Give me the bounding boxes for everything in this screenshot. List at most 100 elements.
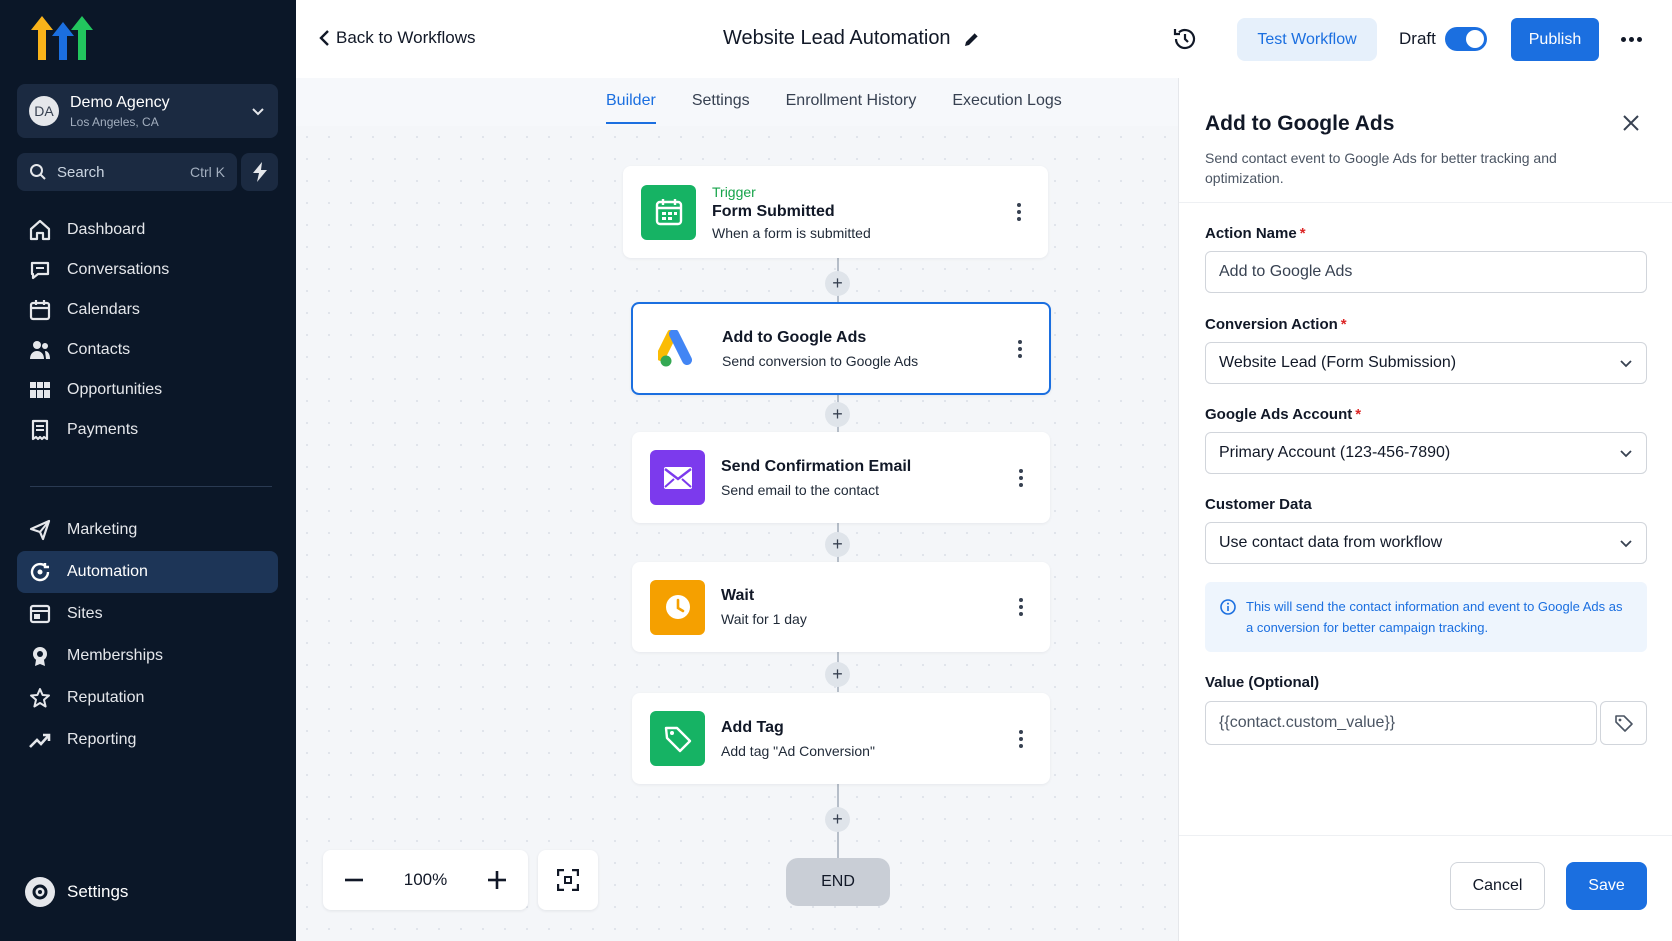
node-menu-icon[interactable] bbox=[1016, 203, 1022, 221]
sidebar-item-marketing[interactable]: Marketing bbox=[17, 509, 278, 551]
sidebar-item-sites[interactable]: Sites bbox=[17, 593, 278, 635]
node-menu-icon[interactable] bbox=[1018, 468, 1024, 487]
test-workflow-button[interactable]: Test Workflow bbox=[1237, 18, 1377, 61]
workflow-node-add-tag[interactable]: Add Tag Add tag "Ad Conversion" bbox=[632, 693, 1050, 784]
workflow-node-google-ads[interactable]: Add to Google Ads Send conversion to Goo… bbox=[631, 302, 1051, 395]
chevron-down-icon bbox=[1620, 540, 1632, 548]
draft-toggle[interactable] bbox=[1445, 27, 1487, 51]
customer-data-label: Customer Data bbox=[1205, 496, 1312, 513]
sidebar-item-memberships[interactable]: Memberships bbox=[17, 635, 278, 677]
conversion-action-label: Conversion Action * bbox=[1205, 316, 1347, 333]
action-name-field[interactable]: Add to Google Ads bbox=[1205, 251, 1647, 293]
add-step-button[interactable]: + bbox=[825, 271, 850, 296]
workflow-title[interactable]: Website Lead Automation bbox=[723, 27, 981, 50]
gear-icon bbox=[25, 877, 55, 907]
sidebar-item-contacts[interactable]: Contacts bbox=[17, 329, 278, 371]
panel-description: Send contact event to Google Ads for bet… bbox=[1205, 150, 1557, 186]
tab-settings[interactable]: Settings bbox=[692, 78, 750, 126]
quick-actions-button[interactable] bbox=[241, 153, 278, 191]
email-icon bbox=[650, 450, 705, 505]
sites-icon bbox=[28, 602, 52, 626]
workflow-node-email[interactable]: Send Confirmation Email Send email to th… bbox=[632, 432, 1050, 523]
node-menu-icon[interactable] bbox=[1017, 339, 1023, 358]
save-button[interactable]: Save bbox=[1566, 862, 1647, 910]
sidebar-item-dashboard[interactable]: Dashboard bbox=[17, 209, 278, 251]
secondary-nav: Marketing Automation Sites Memberships R… bbox=[17, 509, 278, 761]
add-step-button[interactable]: + bbox=[825, 532, 850, 557]
history-icon bbox=[1173, 28, 1196, 50]
search-input[interactable]: Search Ctrl K bbox=[17, 153, 237, 191]
info-text: This will send the contact information a… bbox=[1246, 599, 1623, 635]
sidebar-item-automation[interactable]: Automation bbox=[17, 551, 278, 593]
sidebar-item-reporting[interactable]: Reporting bbox=[17, 719, 278, 761]
primary-nav: Dashboard Conversations Calendars Contac… bbox=[17, 209, 278, 451]
chevron-down-icon bbox=[1620, 360, 1632, 368]
add-step-button[interactable]: + bbox=[825, 807, 850, 832]
builder-tabs: Builder Settings Enrollment History Exec… bbox=[606, 78, 1062, 126]
add-step-button[interactable]: + bbox=[825, 402, 850, 427]
panel-title: Add to Google Ads bbox=[1205, 112, 1395, 135]
sidebar-item-reputation[interactable]: Reputation bbox=[17, 677, 278, 719]
memberships-icon bbox=[28, 644, 52, 668]
google-ads-account-label: Google Ads Account * bbox=[1205, 406, 1362, 423]
pencil-icon[interactable] bbox=[963, 30, 981, 48]
customer-data-select[interactable]: Use contact data from workflow bbox=[1205, 522, 1647, 564]
sidebar-item-label: Reputation bbox=[67, 689, 145, 706]
custom-value-picker-button[interactable] bbox=[1600, 701, 1647, 745]
workflow-node-wait[interactable]: Wait Wait for 1 day bbox=[632, 562, 1050, 652]
google-ads-icon bbox=[651, 321, 706, 376]
sidebar-item-label: Payments bbox=[67, 421, 139, 438]
tag-icon bbox=[650, 711, 705, 766]
lightning-icon bbox=[252, 162, 267, 182]
search-icon bbox=[30, 164, 46, 180]
app-logo[interactable] bbox=[30, 14, 100, 70]
trend-icon bbox=[28, 728, 52, 752]
account-switcher[interactable]: DA Demo Agency Los Angeles, CA bbox=[17, 84, 278, 138]
automation-icon bbox=[28, 560, 52, 584]
node-title: Add to Google Ads bbox=[722, 328, 867, 346]
node-menu-icon[interactable] bbox=[1018, 598, 1024, 616]
node-subtitle: Wait for 1 day bbox=[721, 611, 807, 627]
sidebar-item-label: Conversations bbox=[67, 261, 170, 278]
search-label: Search bbox=[57, 163, 105, 181]
cancel-button[interactable]: Cancel bbox=[1450, 862, 1545, 910]
info-callout: This will send the contact information a… bbox=[1205, 582, 1647, 652]
value-input[interactable]: {{contact.custom_value}} bbox=[1205, 701, 1597, 745]
sidebar-item-settings[interactable]: Settings bbox=[25, 877, 128, 907]
search-shortcut: Ctrl K bbox=[190, 164, 225, 180]
publish-button[interactable]: Publish bbox=[1511, 18, 1599, 61]
sidebar-item-label: Marketing bbox=[67, 521, 138, 538]
node-subtitle: Add tag "Ad Conversion" bbox=[721, 742, 875, 759]
sidebar-item-label: Contacts bbox=[67, 341, 131, 358]
workflow-title-text: Website Lead Automation bbox=[723, 27, 951, 49]
history-button[interactable] bbox=[1172, 26, 1198, 57]
zoom-out-icon[interactable] bbox=[345, 878, 363, 882]
close-icon[interactable] bbox=[1622, 114, 1640, 137]
node-title: Form Submitted bbox=[712, 202, 835, 220]
sidebar-item-payments[interactable]: Payments bbox=[17, 409, 278, 451]
fit-to-screen-button[interactable] bbox=[538, 850, 598, 910]
back-to-workflows-link[interactable]: Back to Workflows bbox=[318, 28, 476, 48]
zoom-in-icon[interactable] bbox=[487, 871, 506, 889]
action-name-label: Action Name * bbox=[1205, 225, 1306, 242]
conversion-action-select[interactable]: Website Lead (Form Submission) bbox=[1205, 342, 1647, 384]
tab-builder[interactable]: Builder bbox=[606, 78, 656, 126]
tab-enrollment-history[interactable]: Enrollment History bbox=[786, 78, 917, 126]
google-ads-account-select[interactable]: Primary Account (123-456-7890) bbox=[1205, 432, 1647, 474]
tab-execution-logs[interactable]: Execution Logs bbox=[952, 78, 1061, 126]
more-options-icon[interactable] bbox=[1621, 37, 1642, 42]
workflow-node-trigger[interactable]: Trigger Form Submitted When a form is su… bbox=[623, 166, 1048, 258]
calendar-icon bbox=[28, 298, 52, 322]
node-subtitle: When a form is submitted bbox=[712, 224, 871, 241]
sidebar-item-calendars[interactable]: Calendars bbox=[17, 289, 278, 331]
sidebar-item-opportunities[interactable]: Opportunities bbox=[17, 369, 278, 411]
sidebar-item-label: Opportunities bbox=[67, 381, 163, 398]
chevron-down-icon bbox=[252, 108, 264, 116]
sidebar-divider bbox=[30, 486, 272, 487]
zoom-level: 100% bbox=[403, 870, 448, 889]
node-menu-icon[interactable] bbox=[1018, 729, 1024, 748]
back-label: Back to Workflows bbox=[336, 28, 476, 47]
sidebar-item-label: Dashboard bbox=[67, 221, 146, 238]
add-step-button[interactable]: + bbox=[825, 662, 850, 687]
sidebar-item-conversations[interactable]: Conversations bbox=[17, 249, 278, 291]
